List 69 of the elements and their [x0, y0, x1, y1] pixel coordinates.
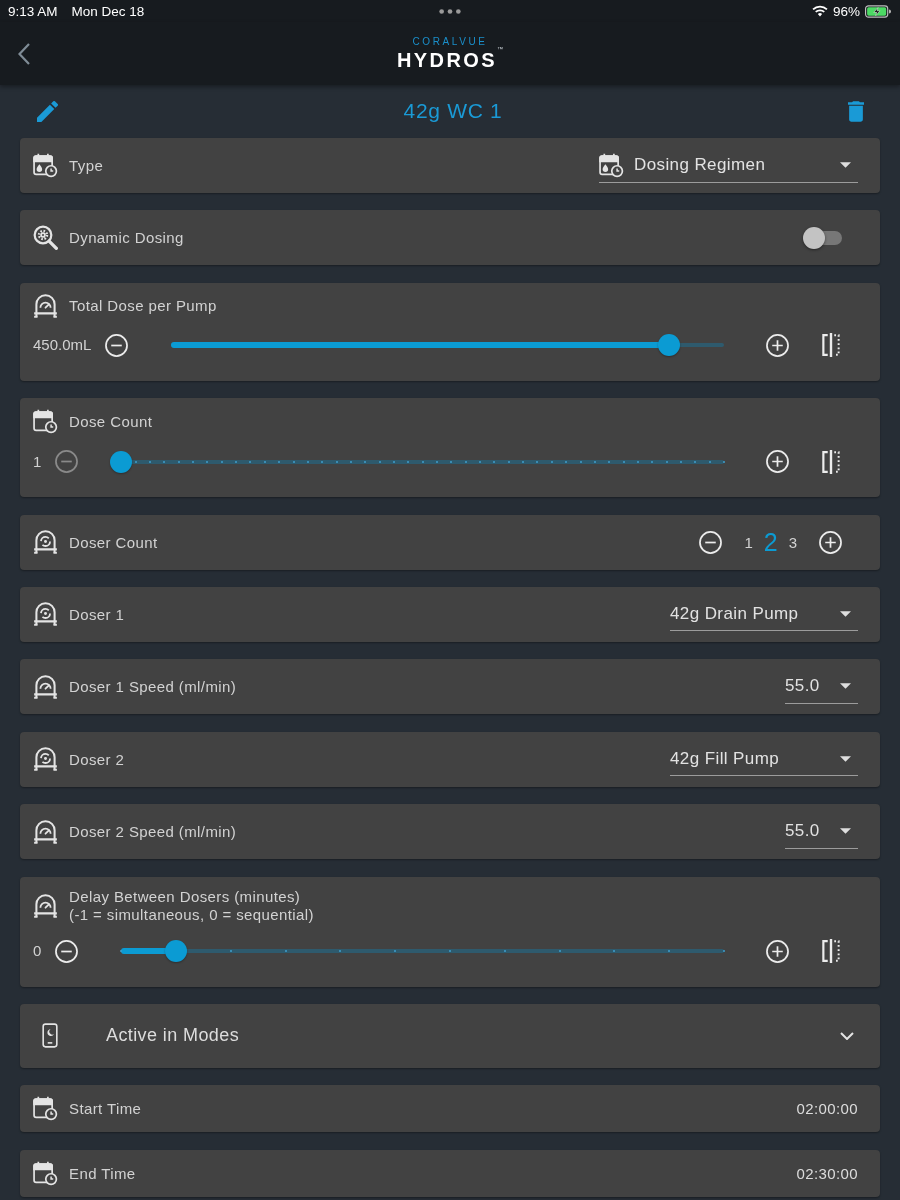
chevron-icon[interactable]: [840, 1031, 854, 1040]
battery-icon: [865, 4, 891, 18]
caret-icon: [840, 828, 851, 835]
caret-icon: [840, 683, 851, 690]
section-label[interactable]: Active in Modes: [106, 1025, 840, 1047]
pump-icon: [33, 747, 58, 772]
gauge-icon: [33, 893, 58, 918]
slider-thumb[interactable]: [657, 334, 680, 357]
pump-icon: [33, 602, 58, 627]
setting-label: Delay Between Dosers (minutes): [69, 887, 302, 906]
caret-icon: [840, 755, 851, 762]
slider-value: 1: [33, 452, 42, 471]
slider-thumb[interactable]: [164, 940, 187, 962]
calendar-clock-icon: [33, 1160, 58, 1186]
dropdown-field[interactable]: 42g Fill Pump: [670, 742, 858, 777]
calendar-droplet-icon: [599, 152, 624, 178]
time-value[interactable]: 02:30:00: [796, 1164, 858, 1182]
calendar-droplet-icon: [33, 153, 58, 178]
plus-icon[interactable]: [766, 450, 789, 474]
gauge-icon: [33, 674, 58, 699]
setting-label: Start Time: [69, 1099, 143, 1119]
gauge-icon: [33, 293, 58, 318]
page-title: 42g WC 1: [403, 99, 503, 123]
brand-subtitle: CORALVUE: [412, 37, 488, 47]
dropdown-field[interactable]: 55.0: [785, 814, 858, 849]
setting-label: Doser Count: [69, 532, 159, 552]
status-date: Mon Dec 18: [71, 3, 145, 19]
slider-value: 450.0mL: [33, 336, 92, 355]
setting-label: Total Dose per Pump: [69, 296, 217, 315]
phone-icon: [42, 1023, 58, 1049]
back-icon[interactable]: [18, 42, 30, 65]
status-time: 9:13 AM: [8, 3, 58, 19]
trash-icon[interactable]: [848, 100, 864, 122]
slider-thumb[interactable]: [110, 450, 133, 473]
setting-label: Type: [69, 156, 105, 175]
pencil-icon[interactable]: [37, 100, 58, 122]
split-view-icon[interactable]: [821, 939, 841, 963]
caret-icon: [840, 162, 851, 168]
setting-label: Doser 1: [69, 604, 126, 624]
magnifier-gear-icon: [33, 225, 58, 251]
pump-icon: [33, 530, 58, 555]
more-dots-icon[interactable]: [438, 8, 461, 14]
setting-label: Doser 2 Speed (ml/min): [69, 822, 238, 842]
count-option[interactable]: 1: [744, 533, 753, 551]
toggle-switch[interactable]: [803, 226, 843, 249]
count-option[interactable]: 3: [788, 533, 797, 551]
plus-icon[interactable]: [766, 333, 789, 357]
calendar-clock-icon: [33, 1096, 58, 1122]
plus-icon[interactable]: [766, 939, 789, 963]
setting-hint: (-1 = simultaneous, 0 = sequential): [69, 905, 314, 924]
dropdown-field[interactable]: 55.0: [785, 669, 858, 704]
setting-label: End Time: [69, 1163, 137, 1183]
setting-label: Dynamic Dosing: [69, 228, 185, 248]
caret-icon: [840, 610, 851, 617]
battery-percent: 96%: [832, 3, 860, 19]
slider-value: 0: [33, 942, 42, 960]
calendar-clock-icon: [33, 409, 58, 435]
setting-label: Doser 1 Speed (ml/min): [69, 677, 238, 697]
brand-name: HYDROS: [397, 50, 497, 70]
setting-label: Doser 2: [69, 749, 126, 769]
time-value[interactable]: 02:00:00: [796, 1100, 858, 1118]
setting-label: Dose Count: [69, 412, 153, 431]
plus-icon[interactable]: [819, 530, 842, 554]
split-view-icon[interactable]: [821, 449, 841, 474]
dropdown-field[interactable]: Dosing Regimen: [599, 148, 858, 183]
split-view-icon[interactable]: [821, 333, 841, 358]
gauge-icon: [33, 819, 58, 844]
wifi-icon: [811, 5, 828, 17]
dropdown-field[interactable]: 42g Drain Pump: [670, 597, 858, 632]
